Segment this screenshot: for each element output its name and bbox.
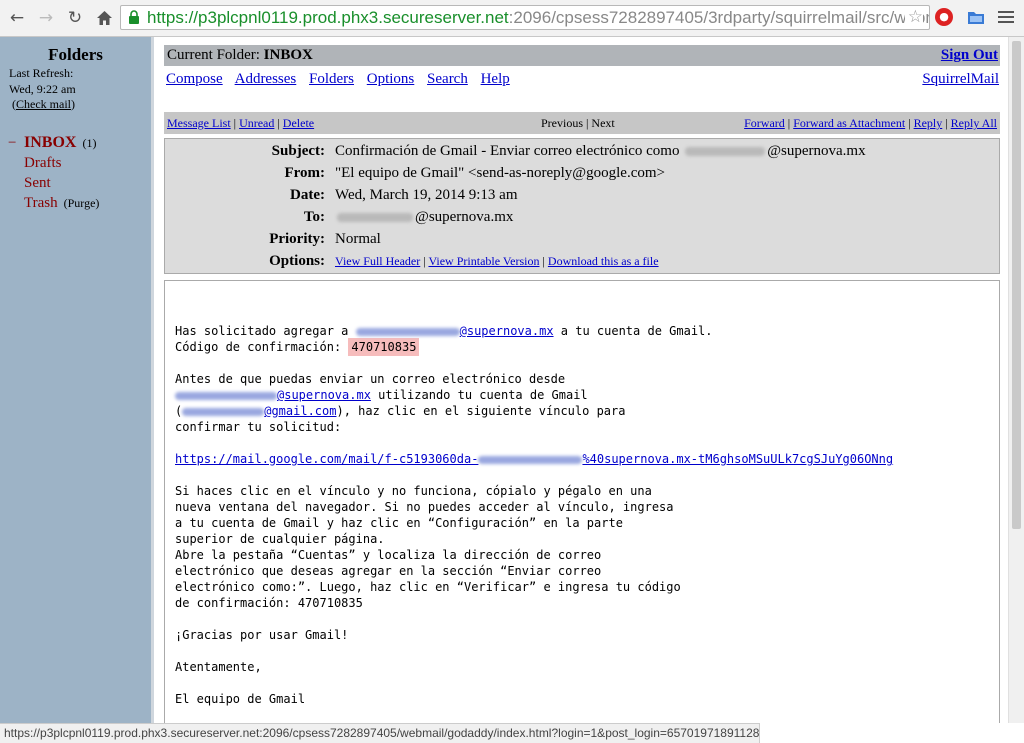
folder-list: − INBOX (1) Drafts Sent Trash (Purge): [8, 133, 99, 213]
confirmation-link[interactable]: https://mail.google.com/mail/f-c5193060d…: [175, 452, 893, 466]
confirmation-code: 470710835: [348, 338, 420, 356]
status-bar: https://p3plcpnl0119.prod.phx3.secureser…: [0, 723, 760, 743]
extension-icon[interactable]: ●: [933, 6, 955, 28]
reply-all-link[interactable]: Reply All: [951, 116, 997, 130]
check-mail-link[interactable]: (Check mail): [12, 97, 75, 112]
view-full-header-link[interactable]: View Full Header: [335, 254, 420, 268]
unread-count: (1): [82, 136, 97, 150]
folders-link[interactable]: Folders: [309, 71, 354, 87]
forward-attachment-link[interactable]: Forward as Attachment: [793, 116, 905, 130]
folder-inbox[interactable]: − INBOX (1): [8, 133, 99, 153]
address-bar[interactable]: https://p3plcpnl0119.prod.phx3.secureser…: [120, 5, 930, 30]
from-row: From: "El equipo de Gmail" <send-as-nore…: [284, 165, 665, 181]
menu-icon[interactable]: [995, 6, 1017, 28]
home-icon[interactable]: [93, 7, 115, 29]
folder-name-inbox[interactable]: INBOX: [24, 133, 76, 153]
lock-icon: [129, 10, 139, 24]
squirrelmail-link[interactable]: SquirrelMail: [922, 71, 999, 88]
star-icon[interactable]: ☆: [904, 7, 923, 27]
message-headers: Subject: Confirmación de Gmail - Enviar …: [164, 138, 1000, 274]
message-action-bar: Message List | Unread | Delete Previous …: [164, 112, 1000, 134]
message-text: Has solicitado agregar a @supernova.mx a…: [175, 324, 894, 706]
folder-trash[interactable]: Trash (Purge): [8, 193, 99, 213]
message-list-link[interactable]: Message List: [167, 116, 231, 130]
reply-link[interactable]: Reply: [914, 116, 943, 130]
next-label: Next: [591, 116, 615, 130]
sender-email-link[interactable]: @supernova.mx: [355, 324, 554, 338]
subject-row: Subject: Confirmación de Gmail - Enviar …: [271, 143, 866, 159]
folder-extension-icon[interactable]: [965, 6, 987, 28]
reload-icon[interactable]: ↻: [64, 7, 86, 29]
current-folder: INBOX: [263, 47, 313, 63]
options-row: Options: View Full Header | View Printab…: [269, 253, 659, 269]
browser-toolbar: ← → ↻ https://p3plcpnl0119.prod.phx3.sec…: [0, 0, 1024, 37]
url-text: https://p3plcpnl0119.prod.phx3.secureser…: [147, 8, 930, 27]
purge-link[interactable]: (Purge): [64, 193, 100, 213]
priority-row: Priority: Normal: [269, 231, 381, 247]
to-row: To: @supernova.mx: [303, 209, 514, 225]
compose-link[interactable]: Compose: [166, 71, 223, 87]
back-icon[interactable]: ←: [6, 7, 28, 29]
page-scrollbar[interactable]: [1008, 37, 1024, 723]
last-refresh: Last Refresh: Wed, 9:22 am: [9, 66, 76, 96]
folder-sidebar: Folders Last Refresh: Wed, 9:22 am (Chec…: [0, 37, 154, 743]
forward-icon[interactable]: →: [35, 7, 57, 29]
forward-link[interactable]: Forward: [744, 116, 785, 130]
unread-link[interactable]: Unread: [239, 116, 274, 130]
scrollbar-thumb[interactable]: [1012, 41, 1021, 529]
current-folder-bar: Current Folder: INBOX Sign Out: [164, 45, 1000, 66]
help-link[interactable]: Help: [481, 71, 510, 87]
gmail-address-link[interactable]: @gmail.com: [182, 404, 336, 418]
folder-drafts[interactable]: Drafts: [8, 153, 99, 173]
previous-label: Previous: [541, 116, 583, 130]
delete-link[interactable]: Delete: [283, 116, 314, 130]
addresses-link[interactable]: Addresses: [235, 71, 297, 87]
download-file-link[interactable]: Download this as a file: [548, 254, 659, 268]
date-row: Date: Wed, March 19, 2014 9:13 am: [290, 187, 518, 203]
view-printable-link[interactable]: View Printable Version: [428, 254, 539, 268]
main-nav: Compose Addresses Folders Options Search…: [166, 71, 519, 88]
folder-sent[interactable]: Sent: [8, 173, 99, 193]
search-link[interactable]: Search: [427, 71, 468, 87]
message-body: Has solicitado agregar a @supernova.mx a…: [164, 280, 1000, 723]
sender-email-link-2[interactable]: @supernova.mx: [175, 388, 371, 402]
message-frame: Current Folder: INBOX Sign Out Compose A…: [154, 37, 1009, 723]
options-link[interactable]: Options: [367, 71, 415, 87]
sign-out-link[interactable]: Sign Out: [941, 47, 998, 64]
sidebar-title: Folders: [48, 45, 103, 64]
